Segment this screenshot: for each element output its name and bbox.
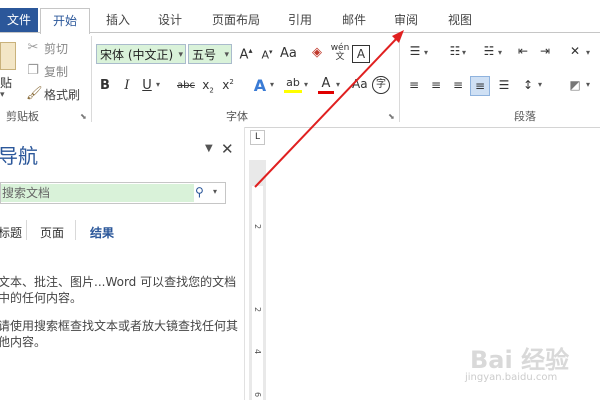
watermark-logo: Bai 经验 bbox=[470, 346, 570, 374]
arrow-line bbox=[254, 36, 399, 188]
watermark-url: jingyan.baidu.com bbox=[465, 372, 558, 383]
tab-home[interactable]: 开始 bbox=[40, 8, 90, 34]
